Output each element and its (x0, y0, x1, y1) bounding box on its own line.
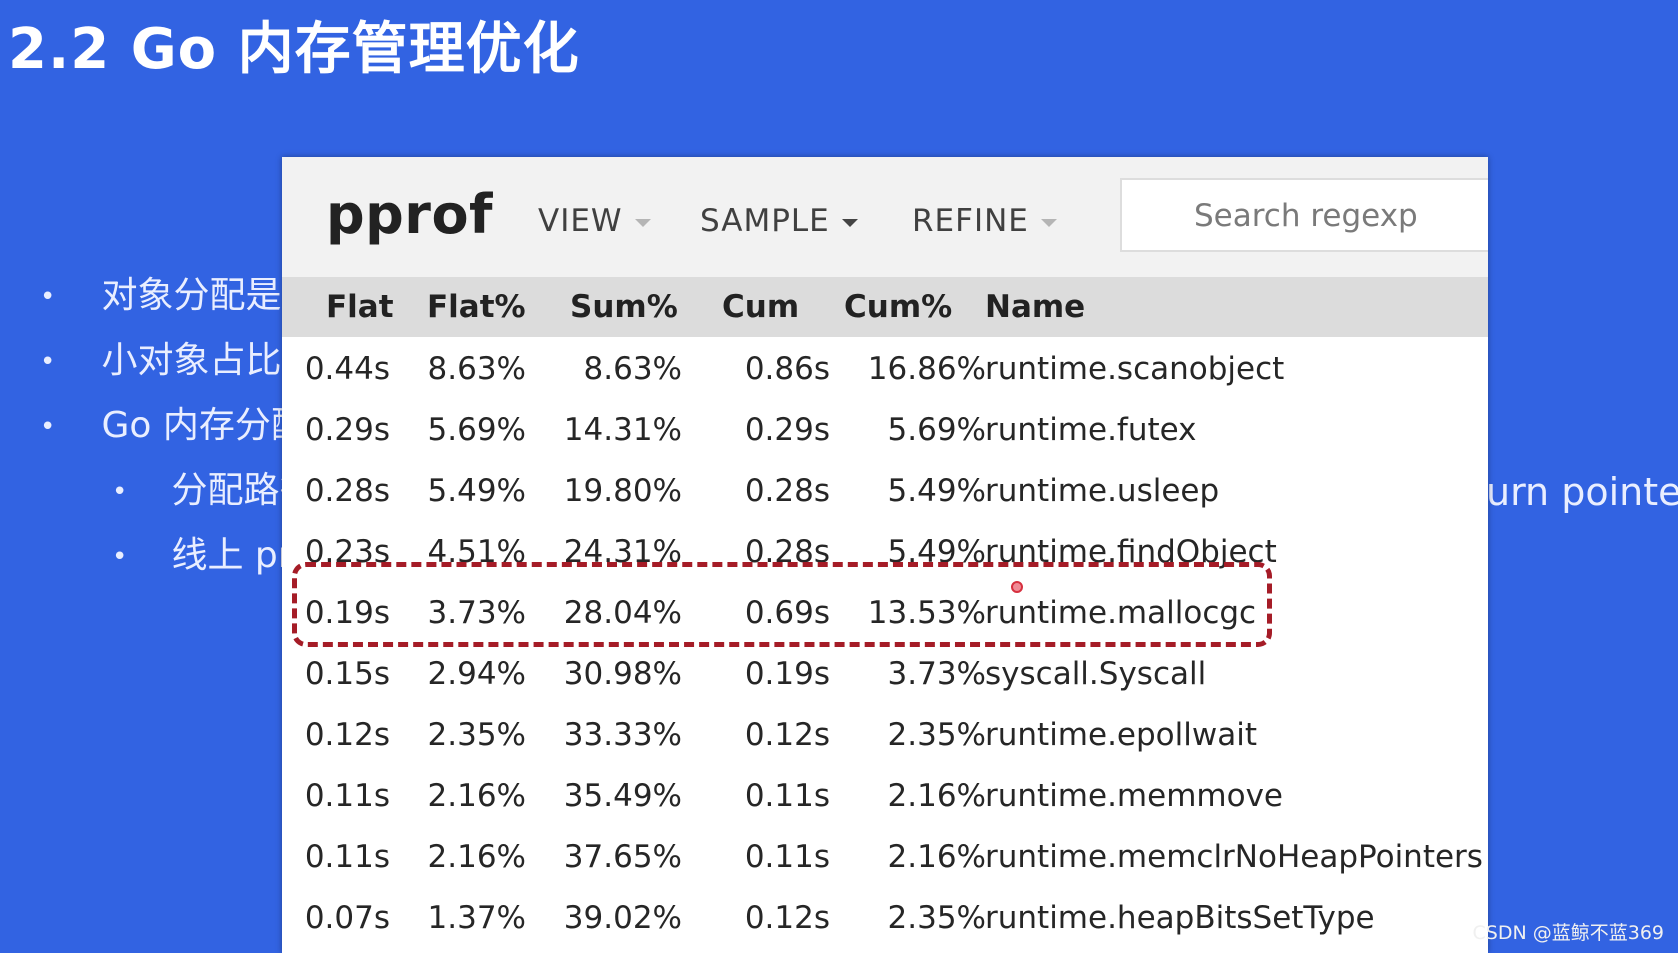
bullet-item: • 小对象占比 (40, 331, 281, 383)
cell-cum: 0.12s (744, 717, 830, 753)
cell-cum-percent: 2.16% (887, 839, 986, 875)
cell-cum: 0.11s (744, 839, 830, 875)
cell-sum-percent: 33.33% (563, 717, 682, 753)
cell-name: runtime.usleep (985, 473, 1220, 509)
cell-sum-percent: 14.31% (563, 412, 682, 448)
cell-cum: 0.19s (744, 656, 830, 692)
table-row[interactable]: 0.07s 1.37% 39.02% 0.12s 2.35% runtime.h… (282, 888, 1488, 949)
bullet-dot-icon: • (40, 412, 56, 442)
table-row[interactable]: 0.29s 5.69% 14.31% 0.29s 5.69% runtime.f… (282, 400, 1488, 461)
refine-menu[interactable]: REFINE (912, 203, 1057, 239)
cell-cum-percent: 5.49% (887, 473, 986, 509)
view-menu[interactable]: VIEW (538, 203, 651, 239)
cell-name: runtime.memmove (985, 778, 1283, 814)
column-header-flat[interactable]: Flat (326, 289, 394, 325)
cell-sum-percent: 35.49% (563, 778, 682, 814)
cell-sum-percent: 19.80% (563, 473, 682, 509)
cell-flat-percent: 2.16% (427, 839, 526, 875)
bullet-item: • Go 内存分配 (40, 396, 307, 448)
cursor-pointer-icon (1011, 581, 1023, 593)
bullet-text: 对象分配是 (101, 275, 282, 316)
table-row[interactable]: 0.28s 5.49% 19.80% 0.28s 5.49% runtime.u… (282, 461, 1488, 522)
cell-flat-percent: 2.94% (427, 656, 526, 692)
cell-sum-percent: 37.65% (563, 839, 682, 875)
table-row[interactable]: 0.44s 8.63% 8.63% 0.86s 16.86% runtime.s… (282, 339, 1488, 400)
cell-cum: 0.12s (744, 900, 830, 936)
sub-bullet-item: • 线上 pr (112, 526, 293, 578)
cell-flat-percent: 2.16% (427, 778, 526, 814)
column-header-cum-percent[interactable]: Cum% (844, 289, 952, 325)
cell-cum-percent: 2.35% (887, 717, 986, 753)
chevron-down-icon (634, 218, 651, 227)
search-input[interactable]: Search regexp (1120, 178, 1488, 252)
cell-cum-percent: 2.16% (887, 778, 986, 814)
bullet-dot-icon: • (40, 347, 56, 377)
cell-cum-percent: 16.86% (867, 351, 986, 387)
pprof-logo: pprof (326, 183, 494, 246)
column-header-sum-percent[interactable]: Sum% (570, 289, 678, 325)
cell-cum: 0.29s (744, 412, 830, 448)
cell-flat: 0.07s (304, 900, 390, 936)
cell-cum: 0.28s (744, 473, 830, 509)
bullet-dot-icon: • (112, 477, 128, 507)
bullet-item: • 对象分配是 (40, 266, 281, 318)
cell-flat: 0.12s (304, 717, 390, 753)
cell-cum: 0.11s (744, 778, 830, 814)
refine-menu-label: REFINE (912, 203, 1029, 239)
bullet-overflow-text: urn pointer (1486, 470, 1678, 514)
cell-name: runtime.heapBitsSetType (985, 900, 1375, 936)
chevron-down-icon (1040, 218, 1057, 227)
pprof-window: pprof VIEW SAMPLE REFINE Search regexp F… (282, 157, 1488, 953)
cell-name: runtime.epollwait (985, 717, 1257, 753)
view-menu-label: VIEW (538, 203, 623, 239)
bullet-dot-icon: • (40, 282, 56, 312)
cell-name: runtime.futex (985, 412, 1197, 448)
cell-name: syscall.Syscall (985, 656, 1207, 692)
cell-cum-percent: 3.73% (887, 656, 986, 692)
cell-cum: 0.86s (744, 351, 830, 387)
bullet-text: 线上 pr (171, 535, 293, 576)
column-header-flat-percent[interactable]: Flat% (427, 289, 526, 325)
cell-name: runtime.memclrNoHeapPointers (985, 839, 1483, 875)
table-row[interactable]: 0.12s 2.35% 33.33% 0.12s 2.35% runtime.e… (282, 705, 1488, 766)
chevron-down-icon (841, 218, 858, 227)
slide-title: 2.2 Go 内存管理优化 (8, 17, 580, 82)
bullet-text: Go 内存分配 (101, 405, 307, 446)
cell-flat: 0.29s (304, 412, 390, 448)
table-row[interactable]: 0.11s 2.16% 37.65% 0.11s 2.16% runtime.m… (282, 827, 1488, 888)
bullet-text: 小对象占比 (101, 340, 282, 381)
cell-name: runtime.scanobject (985, 351, 1285, 387)
cell-flat-percent: 1.37% (427, 900, 526, 936)
cell-sum-percent: 8.63% (583, 351, 682, 387)
column-header-cum[interactable]: Cum (722, 289, 799, 325)
cell-cum-percent: 5.69% (887, 412, 986, 448)
cell-cum-percent: 2.35% (887, 900, 986, 936)
sample-menu-label: SAMPLE (700, 203, 830, 239)
cell-flat-percent: 2.35% (427, 717, 526, 753)
column-header-name[interactable]: Name (985, 289, 1085, 325)
cell-flat: 0.44s (304, 351, 390, 387)
sample-menu[interactable]: SAMPLE (700, 203, 858, 239)
cell-flat: 0.11s (304, 778, 390, 814)
cell-sum-percent: 39.02% (563, 900, 682, 936)
cell-flat-percent: 5.69% (427, 412, 526, 448)
cell-flat-percent: 5.49% (427, 473, 526, 509)
cell-flat: 0.28s (304, 473, 390, 509)
table-row[interactable]: 0.15s 2.94% 30.98% 0.19s 3.73% syscall.S… (282, 644, 1488, 705)
table-row[interactable]: 0.11s 2.16% 35.49% 0.11s 2.16% runtime.m… (282, 766, 1488, 827)
highlight-dashed-box (292, 562, 1272, 647)
cell-flat: 0.15s (304, 656, 390, 692)
table-header: Flat Flat% Sum% Cum Cum% Name (282, 277, 1488, 337)
cell-sum-percent: 30.98% (563, 656, 682, 692)
cell-flat-percent: 8.63% (427, 351, 526, 387)
cell-flat: 0.11s (304, 839, 390, 875)
watermark: CSDN @蓝鲸不蓝369 (1472, 922, 1664, 944)
bullet-dot-icon: • (112, 542, 128, 572)
pprof-toolbar: pprof VIEW SAMPLE REFINE Search regexp (282, 157, 1488, 277)
